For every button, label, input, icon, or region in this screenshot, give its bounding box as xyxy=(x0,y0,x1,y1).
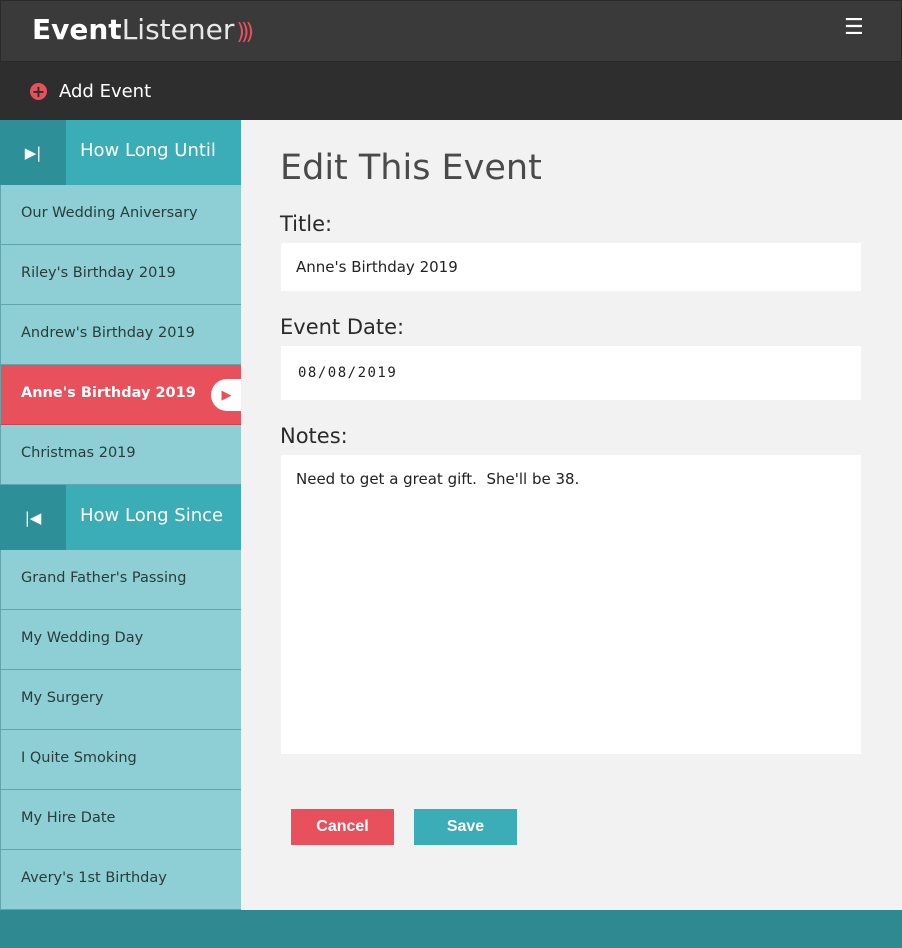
logo-light-text: Listener xyxy=(121,13,235,46)
edit-event-panel: Edit This Event Title: Event Date: Notes… xyxy=(241,120,902,910)
sound-waves-icon: ))) xyxy=(236,20,254,45)
title-field-label: Title: xyxy=(280,212,333,236)
logo-bold-text: Event xyxy=(32,13,122,46)
action-bar: + Add Event xyxy=(0,62,902,120)
add-event-button[interactable]: + Add Event xyxy=(30,79,151,103)
sidebar-item-label: My Hire Date xyxy=(21,810,116,826)
active-arrow-icon: ▶ xyxy=(211,379,242,411)
add-event-label: Add Event xyxy=(59,80,152,102)
save-button[interactable]: Save xyxy=(414,809,517,845)
section-header-since[interactable]: |◀ How Long Since xyxy=(0,485,241,550)
footer-bar xyxy=(0,910,902,948)
skip-back-icon: |◀ xyxy=(0,485,66,550)
sidebar-item-quite-smoking[interactable]: I Quite Smoking xyxy=(0,730,241,790)
cancel-button[interactable]: Cancel xyxy=(291,809,394,845)
section-label-since: How Long Since xyxy=(80,505,224,526)
sidebar-item-label: Riley's Birthday 2019 xyxy=(21,265,176,281)
event-sidebar: ▶| How Long Until Our Wedding Aniversary… xyxy=(0,120,242,910)
event-date-input[interactable] xyxy=(281,346,861,400)
sidebar-item-my-hire-date[interactable]: My Hire Date xyxy=(0,790,241,850)
sidebar-item-my-surgery[interactable]: My Surgery xyxy=(0,670,241,730)
sidebar-item-label: I Quite Smoking xyxy=(21,750,137,766)
hamburger-menu-icon[interactable]: ☰ xyxy=(844,15,864,43)
sidebar-item-christmas[interactable]: Christmas 2019 xyxy=(0,425,241,485)
page-title: Edit This Event xyxy=(280,148,542,188)
sidebar-item-averys-1st-birthday[interactable]: Avery's 1st Birthday xyxy=(0,850,241,910)
notes-textarea[interactable]: Need to get a great gift. She'll be 38. xyxy=(281,455,861,754)
sidebar-item-label: My Wedding Day xyxy=(21,630,144,646)
sidebar-item-our-wedding-aniversary[interactable]: Our Wedding Aniversary xyxy=(0,185,241,245)
sidebar-item-label: My Surgery xyxy=(21,690,104,706)
sidebar-item-grand-fathers-passing[interactable]: Grand Father's Passing xyxy=(0,550,241,610)
sidebar-item-my-wedding-day[interactable]: My Wedding Day xyxy=(0,610,241,670)
app-logo: EventListener))) xyxy=(32,13,254,46)
section-label-until: How Long Until xyxy=(80,140,216,161)
sidebar-item-label: Avery's 1st Birthday xyxy=(21,870,167,886)
sidebar-item-annes-birthday[interactable]: Anne's Birthday 2019 ▶ xyxy=(0,365,242,425)
sidebar-item-label: Anne's Birthday 2019 xyxy=(21,385,196,401)
sidebar-item-andrews-birthday[interactable]: Andrew's Birthday 2019 xyxy=(0,305,241,365)
notes-field-label: Notes: xyxy=(280,424,348,448)
plus-circle-icon: + xyxy=(30,81,47,101)
skip-forward-icon: ▶| xyxy=(0,120,66,185)
sidebar-item-label: Grand Father's Passing xyxy=(21,570,187,586)
section-header-until[interactable]: ▶| How Long Until xyxy=(0,120,241,185)
sidebar-item-label: Andrew's Birthday 2019 xyxy=(21,325,195,341)
sidebar-item-label: Our Wedding Aniversary xyxy=(21,205,198,221)
date-field-label: Event Date: xyxy=(280,315,405,339)
sidebar-item-rileys-birthday[interactable]: Riley's Birthday 2019 xyxy=(0,245,241,305)
top-header: EventListener))) ☰ xyxy=(0,0,902,62)
sidebar-item-label: Christmas 2019 xyxy=(21,445,136,461)
title-input[interactable] xyxy=(281,243,861,291)
